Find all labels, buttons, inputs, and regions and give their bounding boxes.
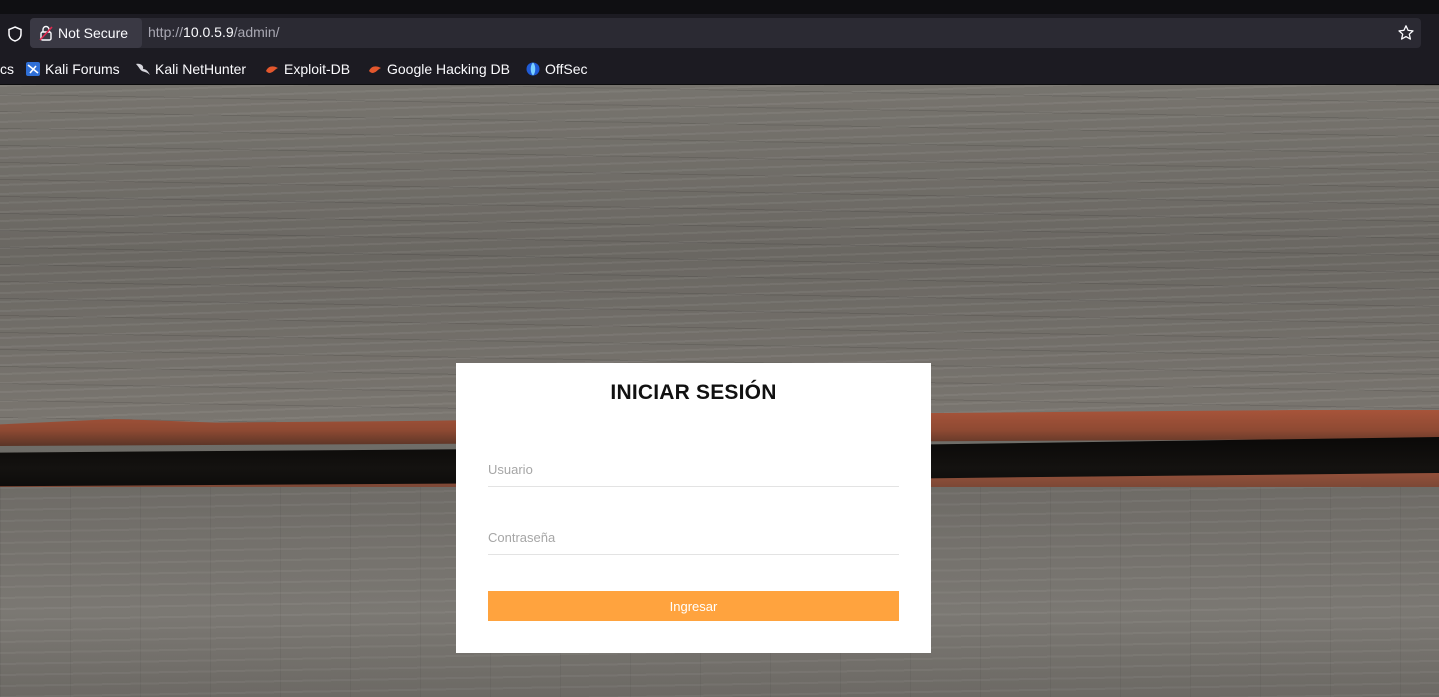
bookmark-label: Kali NetHunter	[155, 61, 247, 77]
bookmark-kali-forums[interactable]: Kali Forums	[25, 60, 120, 78]
bookmark-offsec[interactable]: OffSec	[525, 60, 588, 78]
window-top-strip	[0, 0, 1439, 14]
insecure-lock-icon	[39, 25, 53, 41]
url-host: 10.0.5.9	[183, 24, 234, 40]
bookmark-label: Kali Forums	[45, 61, 120, 77]
address-bar[interactable]: Not Secure http://10.0.5.9/admin/	[30, 18, 1421, 48]
username-input[interactable]	[488, 452, 899, 487]
navigation-toolbar: Not Secure http://10.0.5.9/admin/	[0, 14, 1439, 54]
page-viewport: INICIAR SESIÓN Ingresar	[0, 85, 1439, 697]
url-path: /admin/	[233, 24, 280, 40]
login-submit-button[interactable]: Ingresar	[488, 591, 899, 621]
bookmark-label: OffSec	[545, 61, 588, 77]
bookmark-kali-nethunter[interactable]: Kali NetHunter	[135, 60, 246, 78]
bookmark-label: cs	[0, 61, 14, 77]
bookmark-star-icon[interactable]	[1397, 24, 1415, 42]
exploit-db-icon	[266, 66, 278, 73]
offsec-icon	[526, 62, 540, 76]
url-scheme: http://	[148, 24, 184, 40]
login-title: INICIAR SESIÓN	[610, 381, 777, 404]
not-secure-label: Not Secure	[58, 25, 129, 41]
bookmark-exploit-db[interactable]: Exploit-DB	[264, 60, 350, 78]
not-secure-badge[interactable]: Not Secure	[30, 18, 142, 48]
kali-forums-icon	[26, 62, 40, 76]
bookmark-docs[interactable]: cs	[0, 60, 14, 78]
password-input[interactable]	[488, 520, 899, 555]
bookmark-label: Google Hacking DB	[387, 61, 510, 77]
kali-dragon-icon	[136, 63, 150, 75]
tracking-protection-shield-icon[interactable]	[6, 25, 24, 43]
bookmark-label: Exploit-DB	[284, 61, 351, 77]
exploit-db-icon	[369, 66, 381, 73]
bookmarks-toolbar: cs Kali Forums Kali NetHunter Exploit-DB…	[0, 54, 1439, 85]
url-text[interactable]: http://10.0.5.9/admin/	[148, 24, 280, 40]
bookmark-google-hacking-db[interactable]: Google Hacking DB	[367, 60, 510, 78]
login-card: INICIAR SESIÓN Ingresar	[456, 363, 931, 653]
